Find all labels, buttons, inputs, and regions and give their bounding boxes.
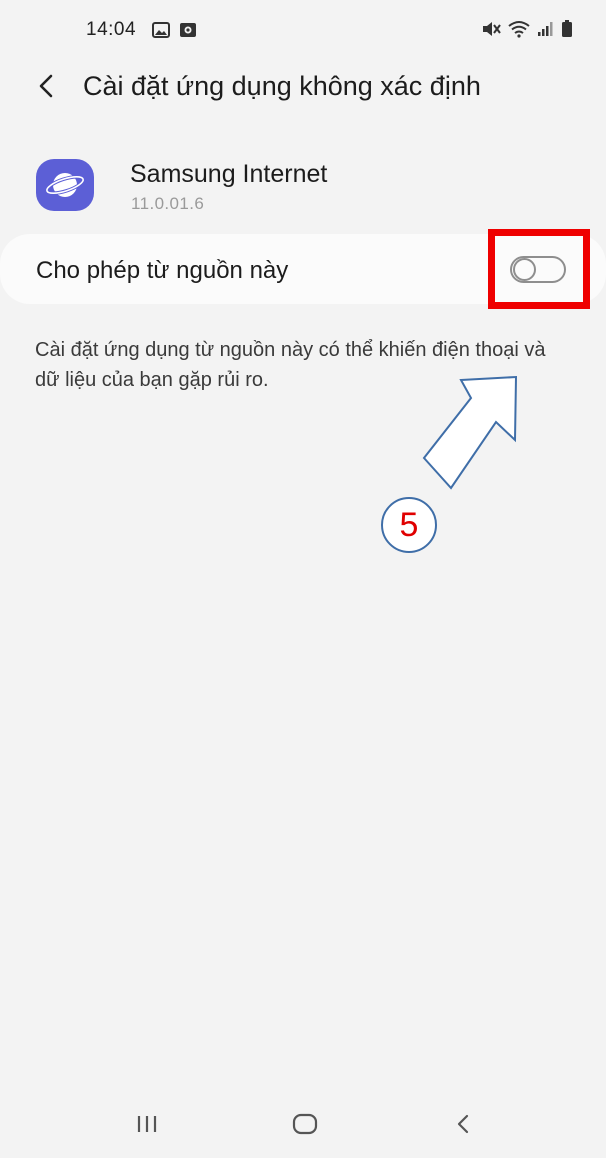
nav-bar — [0, 1094, 606, 1158]
home-button[interactable] — [285, 1110, 325, 1142]
status-left-icons — [152, 22, 197, 43]
samsung-internet-icon — [36, 159, 94, 211]
app-name: Samsung Internet — [130, 160, 328, 188]
status-bar: 14:04 — [0, 0, 606, 62]
back-button[interactable] — [28, 70, 64, 106]
page-title: Cài đặt ứng dụng không xác định — [83, 71, 481, 101]
step-number-badge: 5 — [381, 497, 437, 553]
home-icon — [292, 1113, 318, 1140]
warning-text: Cài đặt ứng dụng từ nguồn này có thể khi… — [35, 339, 546, 391]
allow-source-setting[interactable]: Cho phép từ nguồn này — [0, 234, 606, 304]
nav-back-button[interactable] — [443, 1110, 483, 1142]
wifi-icon — [507, 20, 531, 43]
status-time: 14:04 — [86, 19, 137, 40]
app-version: 11.0.01.6 — [131, 194, 205, 213]
app-info: Samsung Internet 11.0.01.6 — [0, 150, 606, 220]
screenshot-icon — [179, 22, 197, 43]
signal-icon — [537, 21, 555, 42]
back-arrow-icon — [38, 73, 54, 104]
allow-source-label: Cho phép từ nguồn này — [36, 257, 289, 284]
toggle-knob — [513, 258, 536, 281]
image-icon — [152, 22, 170, 43]
allow-source-toggle[interactable] — [510, 256, 566, 283]
recent-apps-icon — [135, 1114, 159, 1139]
back-icon — [455, 1113, 471, 1140]
mute-icon — [481, 20, 501, 43]
recent-apps-button[interactable] — [127, 1110, 167, 1142]
battery-icon — [561, 20, 573, 43]
header: Cài đặt ứng dụng không xác định — [0, 62, 606, 122]
status-right-icons — [481, 20, 573, 43]
